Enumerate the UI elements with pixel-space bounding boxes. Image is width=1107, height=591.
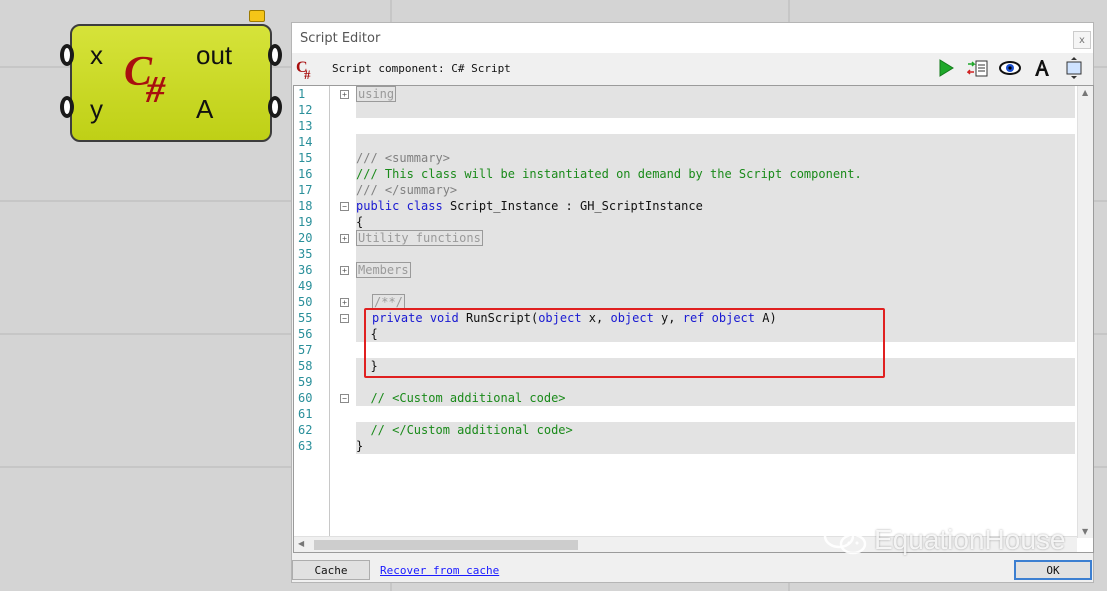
input-port-y[interactable] xyxy=(60,96,74,118)
line-number: 50 xyxy=(298,295,313,309)
expand-fold-icon[interactable]: + xyxy=(340,90,349,99)
code-line[interactable]: 35 xyxy=(294,246,1093,262)
line-number: 63 xyxy=(298,439,313,453)
code-line[interactable]: 60 − // <Custom additional code> xyxy=(294,390,1093,406)
line-number: 36 xyxy=(298,263,313,277)
cache-button[interactable]: Cache xyxy=(292,560,370,580)
highlight-box xyxy=(364,308,885,378)
editor-bottom-bar: Cache Recover from cache OK xyxy=(292,555,1093,583)
input-port-x[interactable] xyxy=(60,44,74,66)
code-text: using xyxy=(356,86,397,102)
output-label-a: A xyxy=(196,94,214,124)
output-port-out[interactable] xyxy=(268,44,282,66)
insert-code-icon[interactable] xyxy=(965,56,991,80)
window-title: Script Editor xyxy=(300,30,381,46)
scroll-left-icon[interactable]: ◀ xyxy=(298,539,304,548)
wechat-icon xyxy=(823,523,867,555)
code-line[interactable]: 13 xyxy=(294,118,1093,134)
collapse-fold-icon[interactable]: − xyxy=(340,394,349,403)
collapse-fold-icon[interactable]: − xyxy=(340,314,349,323)
run-icon[interactable] xyxy=(933,56,959,80)
csharp-logo-icon: C # xyxy=(124,49,165,111)
scroll-up-icon[interactable]: ▲ xyxy=(1082,88,1088,97)
recover-from-cache-link[interactable]: Recover from cache xyxy=(380,564,499,577)
line-number: 62 xyxy=(298,423,313,437)
code-text: public class Script_Instance : GH_Script… xyxy=(356,199,703,213)
line-number: 16 xyxy=(298,167,313,181)
code-line[interactable]: 17 /// </summary> xyxy=(294,182,1093,198)
output-label-out: out xyxy=(196,40,233,70)
code-text: { xyxy=(356,215,364,229)
watermark: EquationHouse xyxy=(822,522,1065,558)
line-number: 60 xyxy=(298,391,313,405)
code-text: Utility functions xyxy=(356,230,483,246)
code-text: } xyxy=(356,439,364,453)
expand-fold-icon[interactable]: + xyxy=(340,266,349,275)
watermark-text: EquationHouse xyxy=(874,524,1066,555)
horizontal-scroll-thumb[interactable] xyxy=(314,540,578,550)
line-number: 1 xyxy=(298,87,306,101)
line-number: 20 xyxy=(298,231,313,245)
code-text: Members xyxy=(356,262,411,278)
code-text: // <Custom additional code> xyxy=(356,391,566,405)
script-editor-window: Script Editor x C # Script component: C# … xyxy=(291,22,1094,583)
code-line[interactable]: 15 /// <summary> xyxy=(294,150,1093,166)
code-line[interactable]: 20 + Utility functions xyxy=(294,230,1093,246)
ok-button[interactable]: OK xyxy=(1014,560,1092,580)
line-number: 61 xyxy=(298,407,313,421)
line-number: 56 xyxy=(298,327,313,341)
code-line[interactable]: 19 { xyxy=(294,214,1093,230)
collapse-fold-icon[interactable]: − xyxy=(340,202,349,211)
expand-fold-icon[interactable]: + xyxy=(340,298,349,307)
csharp-script-component[interactable]: x y out A C # xyxy=(60,24,282,142)
code-line[interactable]: 1 + using xyxy=(294,86,1093,102)
expand-fold-icon[interactable]: + xyxy=(340,234,349,243)
script-component-title: Script component: C# Script xyxy=(332,61,511,75)
code-text: /// This class will be instantiated on d… xyxy=(356,167,862,181)
line-number: 58 xyxy=(298,359,313,373)
scroll-down-icon[interactable]: ▼ xyxy=(1082,527,1088,536)
line-number: 55 xyxy=(298,311,313,325)
line-number: 12 xyxy=(298,103,313,117)
line-number: 14 xyxy=(298,135,313,149)
code-line[interactable]: 16 /// This class will be instantiated on… xyxy=(294,166,1093,182)
line-number: 35 xyxy=(298,247,313,261)
code-text: /// </summary> xyxy=(356,183,458,197)
code-text: /// <summary> xyxy=(356,151,450,165)
component-flag-icon[interactable] xyxy=(249,10,265,22)
code-line[interactable]: 61 xyxy=(294,406,1093,422)
preview-icon[interactable] xyxy=(997,56,1023,80)
csharp-icon: C # xyxy=(296,59,311,82)
line-number: 57 xyxy=(298,343,313,357)
code-text: // </Custom additional code> xyxy=(356,423,573,437)
output-port-a[interactable] xyxy=(268,96,282,118)
line-number: 15 xyxy=(298,151,313,165)
code-line[interactable]: 12 xyxy=(294,102,1093,118)
input-label-x: x xyxy=(90,40,103,70)
code-line[interactable]: 49 xyxy=(294,278,1093,294)
vertical-scrollbar[interactable]: ▲ ▼ xyxy=(1077,86,1093,538)
line-number: 19 xyxy=(298,215,313,229)
fit-window-icon[interactable] xyxy=(1061,56,1087,80)
editor-toolbar: C # Script component: C# Script xyxy=(292,53,1093,83)
close-button[interactable]: x xyxy=(1073,31,1091,49)
line-number: 18 xyxy=(298,199,313,213)
code-line[interactable]: 14 xyxy=(294,134,1093,150)
code-line[interactable]: 62 // </Custom additional code> xyxy=(294,422,1093,438)
line-number: 13 xyxy=(298,119,313,133)
window-titlebar[interactable]: Script Editor xyxy=(292,23,1093,53)
code-line[interactable]: 63} xyxy=(294,438,1093,454)
line-number: 17 xyxy=(298,183,313,197)
line-number: 59 xyxy=(298,375,313,389)
code-line[interactable]: 36 + Members xyxy=(294,262,1093,278)
font-icon[interactable] xyxy=(1029,56,1055,80)
code-line[interactable]: 18 − public class Script_Instance : GH_Scr… xyxy=(294,198,1093,214)
code-editor[interactable]: 1 + using 12 13 14 15 /// <summary> 16 /// This c… xyxy=(293,85,1094,553)
line-number: 49 xyxy=(298,279,313,293)
input-label-y: y xyxy=(90,94,103,124)
